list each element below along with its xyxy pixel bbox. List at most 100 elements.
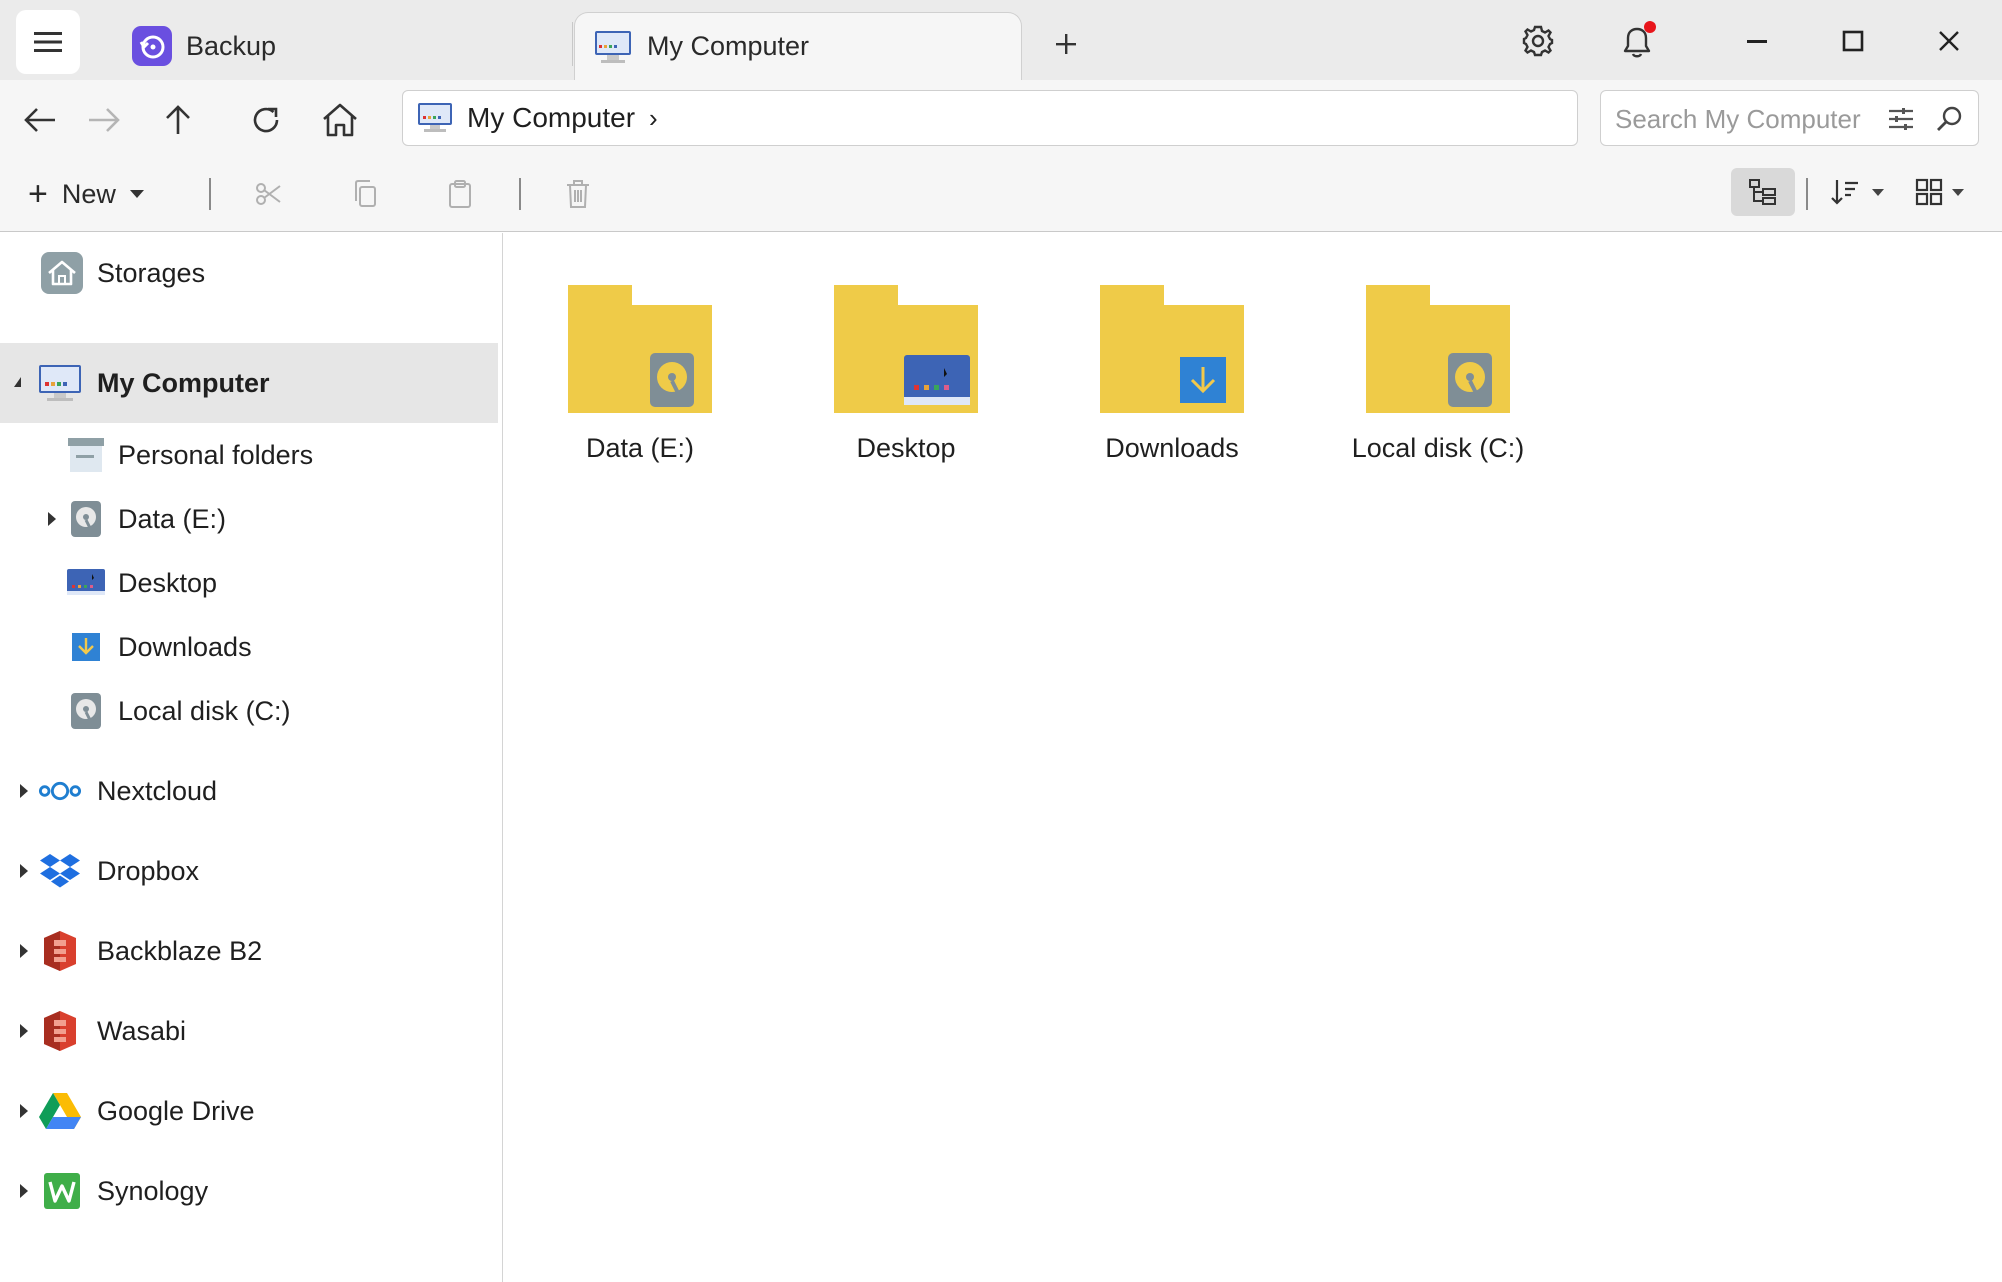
file-view: Data (E:) Desktop Downloads Local disk (… — [504, 233, 2002, 1282]
folder-drive-icon — [568, 285, 712, 413]
search-box — [1600, 90, 1979, 146]
new-button[interactable]: + New — [28, 172, 144, 216]
arrow-left-icon — [24, 108, 55, 132]
folder-downloads-icon — [1100, 285, 1244, 413]
view-mode-button[interactable] — [1914, 170, 1980, 214]
scissors-icon — [256, 183, 281, 205]
sort-button[interactable] — [1830, 170, 1892, 214]
filter-icon[interactable] — [1885, 103, 1917, 135]
sidebar-item-local-disk-c[interactable]: Local disk (C:) — [0, 679, 498, 743]
wasabi-icon — [38, 1009, 82, 1053]
title-bar: Backup My Computer — [0, 0, 2002, 80]
sidebar-item-synology[interactable]: Synology — [0, 1151, 498, 1231]
expand-arrow-icon[interactable] — [20, 864, 28, 878]
folder-drive-icon — [1366, 285, 1510, 413]
arrow-right-icon — [89, 108, 120, 132]
copy-icon — [355, 180, 376, 207]
sidebar-item-dropbox[interactable]: Dropbox — [0, 831, 498, 911]
tree-view-toggle[interactable] — [1731, 168, 1795, 216]
dropbox-icon — [38, 849, 82, 893]
backup-icon — [132, 26, 172, 66]
search-input[interactable] — [1615, 101, 1875, 137]
sidebar-item-label: My Computer — [97, 367, 270, 398]
expand-arrow-icon[interactable] — [20, 1184, 28, 1198]
close-icon — [1939, 31, 1959, 51]
expand-arrow-icon[interactable] — [20, 1024, 28, 1038]
folder-desktop-icon — [834, 285, 978, 413]
tab-my-computer-label: My Computer — [647, 31, 810, 61]
sidebar-item-backblaze-b2[interactable]: Backblaze B2 — [0, 911, 498, 991]
expanded-arrow-icon[interactable] — [14, 377, 21, 387]
delete-button[interactable] — [558, 174, 598, 214]
google-drive-icon — [38, 1089, 82, 1133]
sidebar-item-label: Dropbox — [97, 855, 200, 886]
toolbar: + New — [0, 158, 2002, 232]
expand-arrow-icon[interactable] — [48, 512, 56, 526]
navigation-bar: My Computer › — [0, 80, 2002, 158]
breadcrumb-my-computer[interactable]: My Computer — [467, 102, 635, 134]
add-tab-button[interactable] — [1046, 24, 1086, 64]
sidebar-item-desktop[interactable]: Desktop — [0, 551, 498, 615]
folder-tile-label: Data (E:) — [585, 433, 695, 463]
forward-button[interactable] — [78, 94, 130, 146]
search-icon[interactable] — [1933, 103, 1965, 135]
drive-icon — [64, 689, 108, 733]
toolbar-divider — [519, 178, 521, 210]
refresh-icon — [253, 107, 279, 133]
copy-button[interactable] — [345, 174, 385, 214]
hamburger-icon — [34, 32, 62, 52]
sidebar-item-label: Local disk (C:) — [118, 695, 291, 726]
folder-tile-desktop[interactable]: Desktop — [778, 285, 1008, 485]
maximize-icon — [1842, 30, 1864, 52]
breadcrumb-chevron[interactable]: › — [649, 103, 658, 134]
sidebar-item-google-drive[interactable]: Google Drive — [0, 1071, 498, 1151]
plus-icon: + — [28, 175, 48, 213]
nextcloud-icon — [38, 769, 82, 813]
back-button[interactable] — [14, 94, 66, 146]
synology-icon — [40, 1169, 84, 1213]
sidebar-item-label: Backblaze B2 — [97, 935, 263, 966]
expand-arrow-icon[interactable] — [20, 784, 28, 798]
toolbar-divider — [209, 178, 211, 210]
up-button[interactable] — [152, 94, 204, 146]
tab-my-computer[interactable]: My Computer — [574, 12, 1022, 80]
monitor-icon — [417, 101, 453, 135]
clipboard-icon — [449, 180, 471, 208]
folder-tile-local-disk-c[interactable]: Local disk (C:) — [1310, 285, 1540, 485]
sidebar-item-label: Synology — [97, 1175, 209, 1206]
chevron-down-icon — [1872, 188, 1884, 196]
home-icon — [323, 103, 357, 137]
cut-button[interactable] — [248, 174, 288, 214]
home-button[interactable] — [314, 94, 366, 146]
folder-tile-label: Local disk (C:) — [1351, 433, 1525, 463]
menu-button[interactable] — [16, 10, 80, 74]
downloads-icon — [64, 625, 108, 669]
tab-backup[interactable]: Backup — [128, 12, 574, 80]
settings-button[interactable] — [1513, 16, 1563, 66]
refresh-button[interactable] — [240, 94, 292, 146]
sidebar-item-downloads[interactable]: Downloads — [0, 615, 498, 679]
sidebar-item-wasabi[interactable]: Wasabi — [0, 991, 498, 1071]
sidebar-item-label: Desktop — [118, 567, 218, 598]
address-bar[interactable]: My Computer › — [402, 90, 1578, 146]
minimize-button[interactable] — [1732, 16, 1782, 66]
maximize-button[interactable] — [1828, 16, 1878, 66]
folder-tile-downloads[interactable]: Downloads — [1044, 285, 1274, 485]
sidebar-item-my-computer[interactable]: My Computer — [0, 343, 498, 423]
folder-tile-data-e[interactable]: Data (E:) — [512, 285, 742, 485]
sidebar-item-nextcloud[interactable]: Nextcloud — [0, 751, 498, 831]
sidebar-item-storages[interactable]: Storages — [0, 233, 498, 313]
folder-tile-label: Desktop — [856, 433, 956, 463]
sidebar-item-label: Nextcloud — [97, 775, 218, 806]
notifications-button[interactable] — [1612, 16, 1662, 66]
monitor-icon — [593, 27, 633, 67]
close-window-button[interactable] — [1924, 16, 1974, 66]
expand-arrow-icon[interactable] — [20, 1104, 28, 1118]
sidebar-item-label: Downloads — [118, 631, 252, 662]
sidebar-item-data-e[interactable]: Data (E:) — [0, 487, 498, 551]
sidebar-item-personal-folders[interactable]: Personal folders — [0, 423, 498, 487]
expand-arrow-icon[interactable] — [20, 944, 28, 958]
chevron-down-icon — [129, 190, 144, 198]
grid-icon — [1915, 178, 1943, 206]
paste-button[interactable] — [440, 174, 480, 214]
